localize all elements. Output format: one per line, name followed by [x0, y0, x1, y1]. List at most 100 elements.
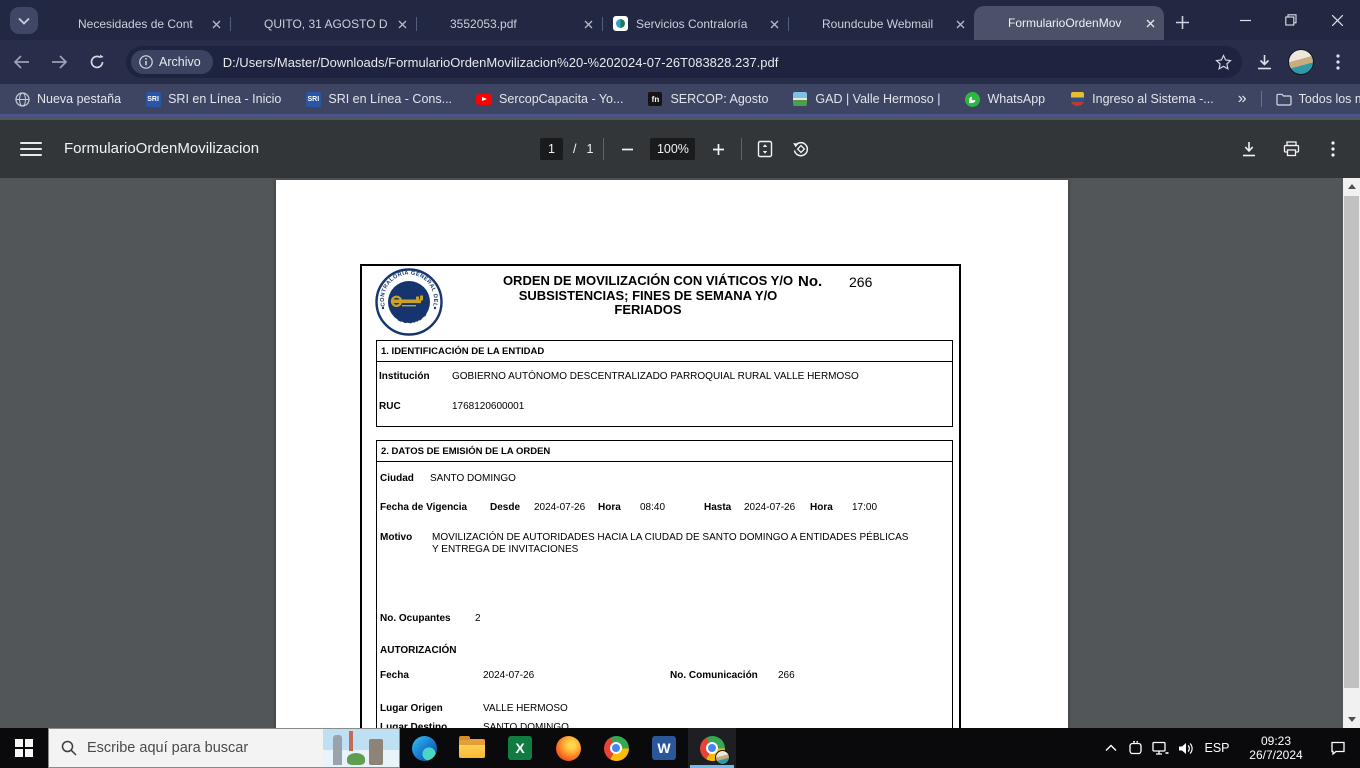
taskbar-excel-icon[interactable]: X: [496, 728, 544, 768]
bookmark-label: SERCOP: Agosto: [670, 92, 769, 106]
taskbar-chrome-icon[interactable]: [592, 728, 640, 768]
bookmark-sercop-agosto[interactable]: fn SERCOP: Agosto: [647, 91, 768, 107]
pdf-menu-button[interactable]: [20, 139, 42, 159]
bookmark-ingreso-sistema[interactable]: Ingreso al Sistema -...: [1069, 91, 1214, 107]
back-button[interactable]: [4, 45, 38, 79]
sercop-icon: fn: [647, 91, 663, 107]
tab-3552053[interactable]: 3552053.pdf: [416, 8, 603, 40]
rotate-counterclockwise-icon: [793, 141, 809, 157]
download-icon: [1257, 54, 1271, 69]
new-tab-button[interactable]: [1170, 10, 1194, 34]
more-vertical-icon: [1331, 141, 1335, 157]
language-indicator[interactable]: ESP: [1198, 741, 1236, 755]
roundcube-favicon: [798, 16, 814, 32]
tab-quito[interactable]: QUITO, 31 AGOSTO D: [230, 8, 417, 40]
hasta-label: Hasta: [704, 502, 732, 513]
taskbar-firefox-icon[interactable]: [544, 728, 592, 768]
address-bar[interactable]: Archivo D:/Users/Master/Downloads/Formul…: [126, 46, 1242, 78]
tab-close-icon[interactable]: [580, 16, 596, 32]
tab-title: Roundcube Webmail: [822, 17, 934, 31]
minimize-button[interactable]: [1222, 0, 1268, 40]
search-daily-image[interactable]: [323, 729, 399, 767]
tray-app-icon[interactable]: [1123, 728, 1148, 768]
browser-menu-button[interactable]: [1322, 46, 1354, 78]
tab-close-icon[interactable]: [208, 16, 224, 32]
network-icon[interactable]: [1148, 728, 1173, 768]
bookmark-nueva-pestana[interactable]: Nueva pestaña: [14, 91, 121, 107]
scroll-down-button[interactable]: [1343, 711, 1360, 728]
pdf-download-button[interactable]: [1236, 136, 1262, 162]
excel-icon: X: [508, 736, 532, 760]
tab-close-icon[interactable]: [394, 16, 410, 32]
section-identificacion: 1. IDENTIFICACIÓN DE LA ENTIDAD Instituc…: [376, 340, 953, 427]
taskbar-chrome-active[interactable]: [688, 728, 736, 768]
site-info-chip[interactable]: Archivo: [131, 50, 213, 74]
word-icon: W: [652, 736, 676, 760]
bookmark-star-icon[interactable]: [1215, 53, 1232, 71]
hora2-label: Hora: [810, 502, 833, 513]
tab-roundcube[interactable]: Roundcube Webmail: [788, 8, 974, 40]
chevron-up-icon: [1105, 744, 1116, 751]
scroll-up-button[interactable]: [1343, 178, 1360, 195]
tray-chevron-up[interactable]: [1098, 728, 1123, 768]
autorizacion-title: AUTORIZACIÓN: [380, 645, 457, 656]
taskbar-word-icon[interactable]: W: [640, 728, 688, 768]
zoom-out-button[interactable]: [614, 136, 640, 162]
tab-title: 3552053.pdf: [450, 17, 517, 31]
url-text[interactable]: D:/Users/Master/Downloads/FormularioOrde…: [223, 55, 1215, 70]
fit-page-button[interactable]: [752, 136, 778, 162]
all-bookmarks-label: Todos los marcadores: [1298, 92, 1360, 106]
ciudad-label: Ciudad: [380, 473, 414, 484]
taskbar-edge-icon[interactable]: [400, 728, 448, 768]
bookmark-sri-consultas[interactable]: SRI SRI en Línea - Cons...: [305, 91, 452, 107]
whatsapp-icon: [964, 91, 980, 107]
zoom-level-input[interactable]: 100%: [650, 138, 696, 160]
page-number-input[interactable]: 1: [540, 138, 563, 160]
tab-necesidades[interactable]: Necesidades de Cont: [44, 8, 231, 40]
order-number-value: 266: [849, 274, 873, 290]
tab-close-icon[interactable]: [952, 16, 968, 32]
bookmark-sercopcapacita[interactable]: SercopCapacita - Yo...: [476, 91, 623, 107]
bookmarks-overflow-button[interactable]: »: [1238, 90, 1247, 108]
sri-icon: SRI: [305, 91, 321, 107]
reload-button[interactable]: [80, 45, 114, 79]
tab-search-button[interactable]: [10, 7, 38, 34]
hora1-value: 08:40: [640, 502, 666, 513]
taskbar-search-box[interactable]: Escribe aquí para buscar: [48, 728, 400, 768]
vertical-scrollbar[interactable]: [1343, 178, 1360, 728]
clock[interactable]: 09:23 26/7/2024: [1236, 734, 1316, 762]
vigencia-label: Fecha de Vigencia: [380, 502, 468, 513]
rotate-button[interactable]: [788, 136, 814, 162]
ciudad-value: SANTO DOMINGO: [430, 473, 516, 484]
tab-servicios-contraloria[interactable]: Servicios Contraloría: [602, 8, 789, 40]
taskbar-explorer-icon[interactable]: [448, 728, 496, 768]
chrome-logo-icon: [603, 735, 629, 761]
bookmark-whatsapp[interactable]: WhatsApp: [964, 91, 1045, 107]
bookmarks-right: » Todos los marcadores: [1238, 90, 1360, 108]
pdf-viewer-favicon: [240, 16, 256, 32]
bookmark-sri-inicio[interactable]: SRI SRI en Línea - Inicio: [145, 91, 281, 107]
tab-close-icon[interactable]: [766, 16, 782, 32]
scrollbar-thumb[interactable]: [1344, 196, 1359, 688]
all-bookmarks-button[interactable]: Todos los marcadores: [1276, 91, 1360, 107]
start-button[interactable]: [0, 728, 48, 768]
profile-avatar[interactable]: [1288, 49, 1314, 75]
tab-formulario-active[interactable]: FormularioOrdenMov: [974, 6, 1164, 40]
pdf-more-button[interactable]: [1320, 136, 1346, 162]
tab-title: FormularioOrdenMov: [1008, 16, 1122, 30]
download-button[interactable]: [1248, 46, 1280, 78]
restore-button[interactable]: [1268, 0, 1314, 40]
pdf-print-button[interactable]: [1278, 136, 1304, 162]
zoom-in-button[interactable]: [705, 136, 731, 162]
ocupantes-label: No. Ocupantes: [380, 613, 451, 624]
action-center-button[interactable]: [1316, 728, 1360, 768]
clock-date: 26/7/2024: [1249, 748, 1303, 762]
section1-title: 1. IDENTIFICACIÓN DE LA ENTIDAD: [377, 341, 952, 362]
tab-close-icon[interactable]: [1142, 15, 1158, 31]
bookmark-gad-valle-hermoso[interactable]: GAD | Valle Hermoso |: [792, 91, 940, 107]
pdf-toolbar: FormularioOrdenMovilizacion 1 / 1 100%: [0, 120, 1360, 178]
forward-arrow-icon: [51, 55, 67, 69]
volume-icon[interactable]: [1173, 728, 1198, 768]
forward-button[interactable]: [42, 45, 76, 79]
close-button[interactable]: [1314, 0, 1360, 40]
